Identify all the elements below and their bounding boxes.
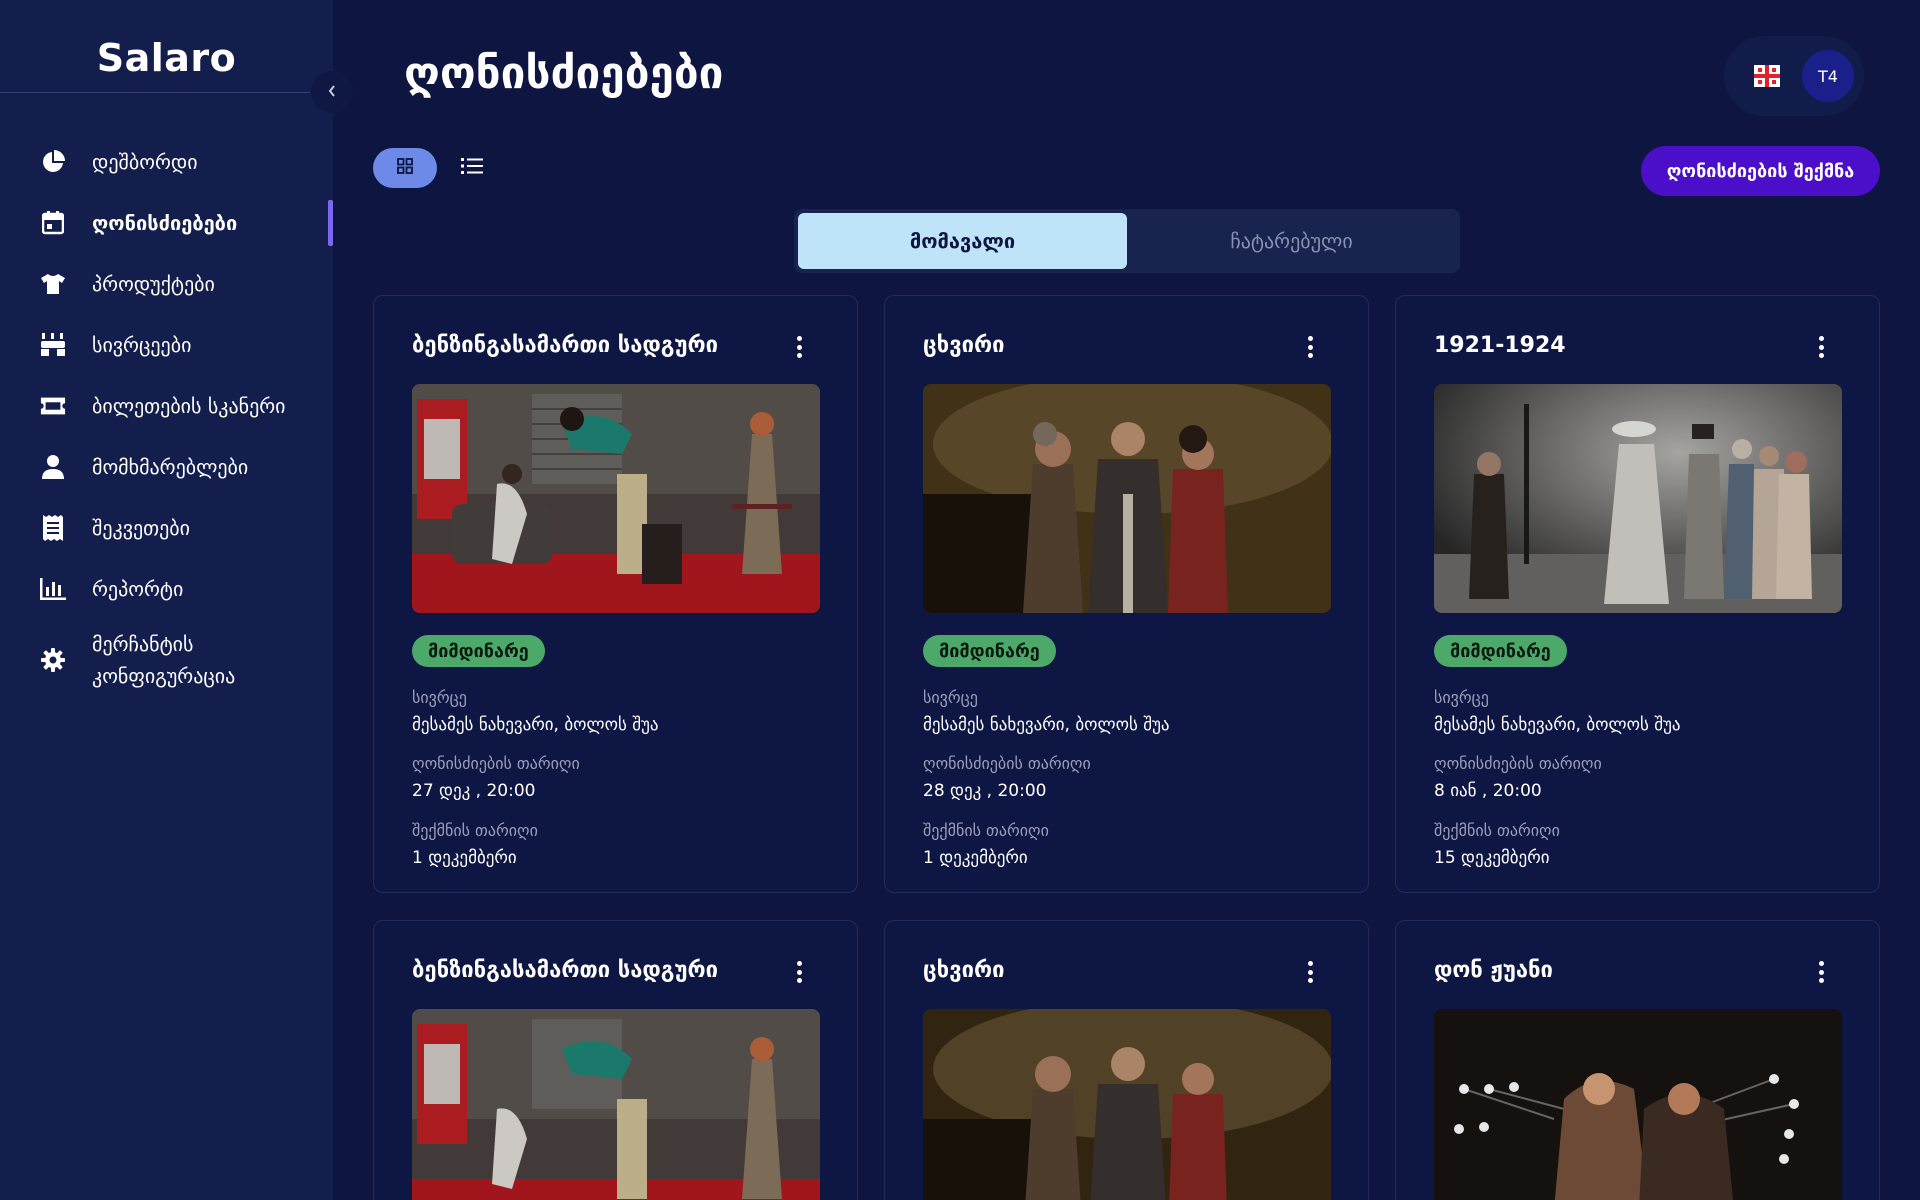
gear-icon <box>40 647 66 673</box>
sidebar-item-label: ბილეთების სკანერი <box>92 393 286 418</box>
sidebar-item-users[interactable]: მომხმარებლები <box>0 436 333 497</box>
event-card[interactable]: ცხვირი <box>884 920 1369 1200</box>
create-event-button[interactable]: ღონისძიების შექმნა <box>1641 146 1880 196</box>
collapse-sidebar-button[interactable] <box>311 71 353 113</box>
tab-past[interactable]: ჩატარებული <box>1127 213 1456 269</box>
created-date-label: შექმნის თარიღი <box>412 821 538 840</box>
more-options-icon[interactable] <box>1306 961 1314 983</box>
event-card[interactable]: 1921-1924 მიმდინარე სივრცე მესამეს ნახევ… <box>1395 295 1880 893</box>
event-date-label: ღონისძიების თარიღი <box>412 754 580 773</box>
event-poster <box>923 384 1331 613</box>
event-title: ბენზინგასამართი სადგური <box>412 333 718 358</box>
sidebar-item-label: მერჩანტის კონფიგურაცია <box>92 628 235 692</box>
created-date-value: 1 დეკემბერი <box>923 848 1028 868</box>
status-badge: მიმდინარე <box>923 635 1056 667</box>
event-date-value: 8 იან , 20:00 <box>1434 781 1542 801</box>
event-card[interactable]: ბენზინგასამართი სადგური მიმდინარე სივრცე… <box>373 295 858 893</box>
venue-value: მესამეს ნახევარი, ბოლოს შუა <box>923 715 1170 735</box>
event-title: ბენზინგასამართი სადგური <box>412 958 718 983</box>
event-title: დონ ჟუანი <box>1434 958 1553 983</box>
divider <box>0 92 310 93</box>
event-poster <box>412 1009 820 1200</box>
event-card[interactable]: ბენზინგასამართი სადგური <box>373 920 858 1200</box>
status-badge: მიმდინარე <box>412 635 545 667</box>
sidebar-item-label: მომხმარებლები <box>92 454 249 479</box>
sidebar-item-label: დეშბორდი <box>92 149 198 174</box>
event-date-value: 27 დეკ , 20:00 <box>412 781 536 801</box>
avatar[interactable]: T4 <box>1802 50 1854 102</box>
sidebar-item-events[interactable]: ღონისძიებები <box>0 192 333 253</box>
pie-chart-icon <box>40 149 66 175</box>
event-date-value: 28 დეკ , 20:00 <box>923 781 1047 801</box>
event-title: 1921-1924 <box>1434 333 1566 358</box>
sidebar-item-dashboard[interactable]: დეშბორდი <box>0 131 333 192</box>
created-date-value: 15 დეკემბერი <box>1434 848 1550 868</box>
list-view-button[interactable] <box>457 148 487 188</box>
event-poster <box>1434 384 1842 613</box>
label-line: მერჩანტის <box>92 632 194 656</box>
event-date-label: ღონისძიების თარიღი <box>1434 754 1602 773</box>
tab-upcoming[interactable]: მომავალი <box>798 213 1127 269</box>
event-title: ცხვირი <box>923 958 1005 983</box>
event-poster <box>1434 1009 1842 1200</box>
sidebar-item-label: ღონისძიებები <box>92 210 238 235</box>
created-date-value: 1 დეკემბერი <box>412 848 517 868</box>
sidebar-nav: დეშბორდი ღონისძიებები პროდუქტები სივრცეე… <box>0 131 333 701</box>
sidebar-item-ticket-scanner[interactable]: ბილეთების სკანერი <box>0 375 333 436</box>
sidebar-item-merchant-config[interactable]: მერჩანტის კონფიგურაცია <box>0 619 333 701</box>
grid-icon <box>397 158 413 178</box>
more-options-icon[interactable] <box>795 961 803 983</box>
sidebar-item-orders[interactable]: შეკვეთები <box>0 497 333 558</box>
bar-chart-icon <box>40 576 66 602</box>
more-options-icon[interactable] <box>1306 336 1314 358</box>
grid-view-button[interactable] <box>373 148 437 188</box>
sidebar-item-reports[interactable]: რეპორტი <box>0 558 333 619</box>
list-icon <box>461 157 483 179</box>
venue-label: სივრცე <box>412 688 467 707</box>
more-options-icon[interactable] <box>1817 961 1825 983</box>
more-options-icon[interactable] <box>1817 336 1825 358</box>
view-toggle <box>373 148 487 188</box>
event-poster <box>923 1009 1331 1200</box>
page-title: ღონისძიებები <box>404 48 724 99</box>
chevron-left-icon <box>327 83 337 102</box>
sidebar-item-label: რეპორტი <box>92 576 184 601</box>
sidebar-item-label: პროდუქტები <box>92 271 215 296</box>
status-badge: მიმდინარე <box>1434 635 1567 667</box>
seats-icon <box>40 332 66 358</box>
event-poster <box>412 384 820 613</box>
ticket-icon <box>40 393 66 419</box>
tshirt-icon <box>40 271 66 297</box>
sidebar-item-label: სივრცეები <box>92 332 192 357</box>
more-options-icon[interactable] <box>795 336 803 358</box>
event-card[interactable]: ცხვირი მიმდინარე სივრცე მესამეს ნახევარი… <box>884 295 1369 893</box>
brand-logo[interactable]: Salaro <box>0 36 333 80</box>
receipt-icon <box>40 514 66 541</box>
label-line: კონფიგურაცია <box>92 664 236 688</box>
user-icon <box>40 454 66 480</box>
created-date-label: შექმნის თარიღი <box>1434 821 1560 840</box>
event-card[interactable]: დონ ჟუანი <box>1395 920 1880 1200</box>
event-tabs: მომავალი ჩატარებული <box>794 209 1460 273</box>
sidebar-item-venues[interactable]: სივრცეები <box>0 314 333 375</box>
sidebar-item-label: შეკვეთები <box>92 515 190 540</box>
created-date-label: შექმნის თარიღი <box>923 821 1049 840</box>
venue-value: მესამეს ნახევარი, ბოლოს შუა <box>1434 715 1681 735</box>
sidebar: Salaro დეშბორდი ღონისძიებები პროდუქტები … <box>0 0 333 1200</box>
sidebar-item-products[interactable]: პროდუქტები <box>0 253 333 314</box>
calendar-icon <box>40 210 66 236</box>
event-date-label: ღონისძიების თარიღი <box>923 754 1091 773</box>
georgia-flag-icon[interactable] <box>1754 65 1780 87</box>
venue-label: სივრცე <box>923 688 978 707</box>
venue-label: სივრცე <box>1434 688 1489 707</box>
venue-value: მესამეს ნახევარი, ბოლოს შუა <box>412 715 659 735</box>
event-title: ცხვირი <box>923 333 1005 358</box>
user-menu[interactable]: T4 <box>1724 36 1864 116</box>
